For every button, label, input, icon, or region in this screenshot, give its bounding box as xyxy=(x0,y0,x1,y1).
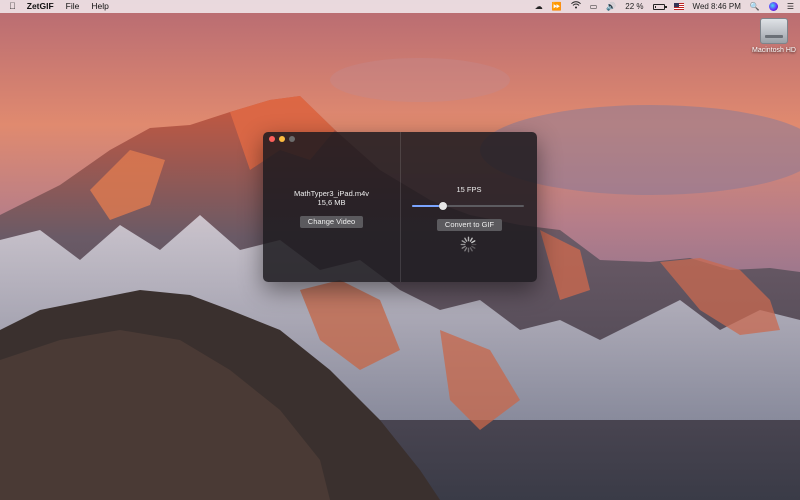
spinner-spoke xyxy=(469,247,473,252)
search-icon[interactable]: 🔍 xyxy=(750,0,760,13)
apple-icon[interactable]:  xyxy=(9,0,16,13)
zetgif-window[interactable]: MathTyper3_iPad.m4v 15,6 MB Change Video… xyxy=(263,132,537,282)
conversion-pane: 15 FPS Convert to GIF xyxy=(401,132,537,282)
spinner-spoke xyxy=(461,245,466,249)
spinner-spoke xyxy=(471,240,476,244)
spinner-spoke xyxy=(464,237,468,242)
us-flag-icon[interactable] xyxy=(673,3,684,10)
menu-bar-status-area: ☁ ⏩ ▭ 🔊 22 % Wed 8:46 PM 🔍 ☰ xyxy=(535,0,794,13)
battery-percent[interactable]: 22 % xyxy=(625,0,643,13)
fps-label: 15 FPS xyxy=(456,185,482,194)
file-size: 15,6 MB xyxy=(317,198,346,207)
spinner-spoke xyxy=(464,247,468,252)
fast-forward-icon[interactable]: ⏩ xyxy=(552,0,562,13)
airplay-icon[interactable]: ▭ xyxy=(590,0,598,13)
desktop:  ZetGIF File Help ☁ ⏩ ▭ 🔊 22 % Wed 8:46… xyxy=(0,0,800,500)
cloud-sync-icon[interactable]: ☁ xyxy=(535,0,543,13)
video-pane: MathTyper3_iPad.m4v 15,6 MB Change Video xyxy=(263,132,400,282)
siri-icon[interactable] xyxy=(768,2,778,11)
fps-slider-thumb[interactable] xyxy=(439,202,448,210)
menu-help[interactable]: Help xyxy=(91,0,108,13)
app-menu-zetgif[interactable]: ZetGIF xyxy=(27,0,54,13)
menu-bar:  ZetGIF File Help ☁ ⏩ ▭ 🔊 22 % Wed 8:46… xyxy=(0,0,800,13)
volume-icon[interactable]: 🔊 xyxy=(606,0,616,13)
spinner-spoke xyxy=(461,240,466,244)
spinner-spoke xyxy=(469,237,473,242)
macintosh-hd-desktop-icon[interactable]: Macintosh HD xyxy=(752,18,796,55)
macintosh-hd-label: Macintosh HD xyxy=(752,47,796,54)
menu-file[interactable]: File xyxy=(66,0,80,13)
change-video-button[interactable]: Change Video xyxy=(300,216,363,228)
clock[interactable]: Wed 8:46 PM xyxy=(693,0,741,13)
spinner-spoke xyxy=(471,245,476,249)
spinner-icon xyxy=(460,236,477,253)
convert-to-gif-button[interactable]: Convert to GIF xyxy=(437,219,502,231)
hard-drive-icon xyxy=(760,18,788,44)
file-name: MathTyper3_iPad.m4v xyxy=(293,189,370,198)
wifi-icon[interactable] xyxy=(570,0,581,13)
notification-center-icon[interactable]: ☰ xyxy=(787,0,794,13)
fps-slider[interactable] xyxy=(412,202,524,210)
battery-level xyxy=(654,5,657,8)
battery-icon[interactable] xyxy=(652,3,667,10)
